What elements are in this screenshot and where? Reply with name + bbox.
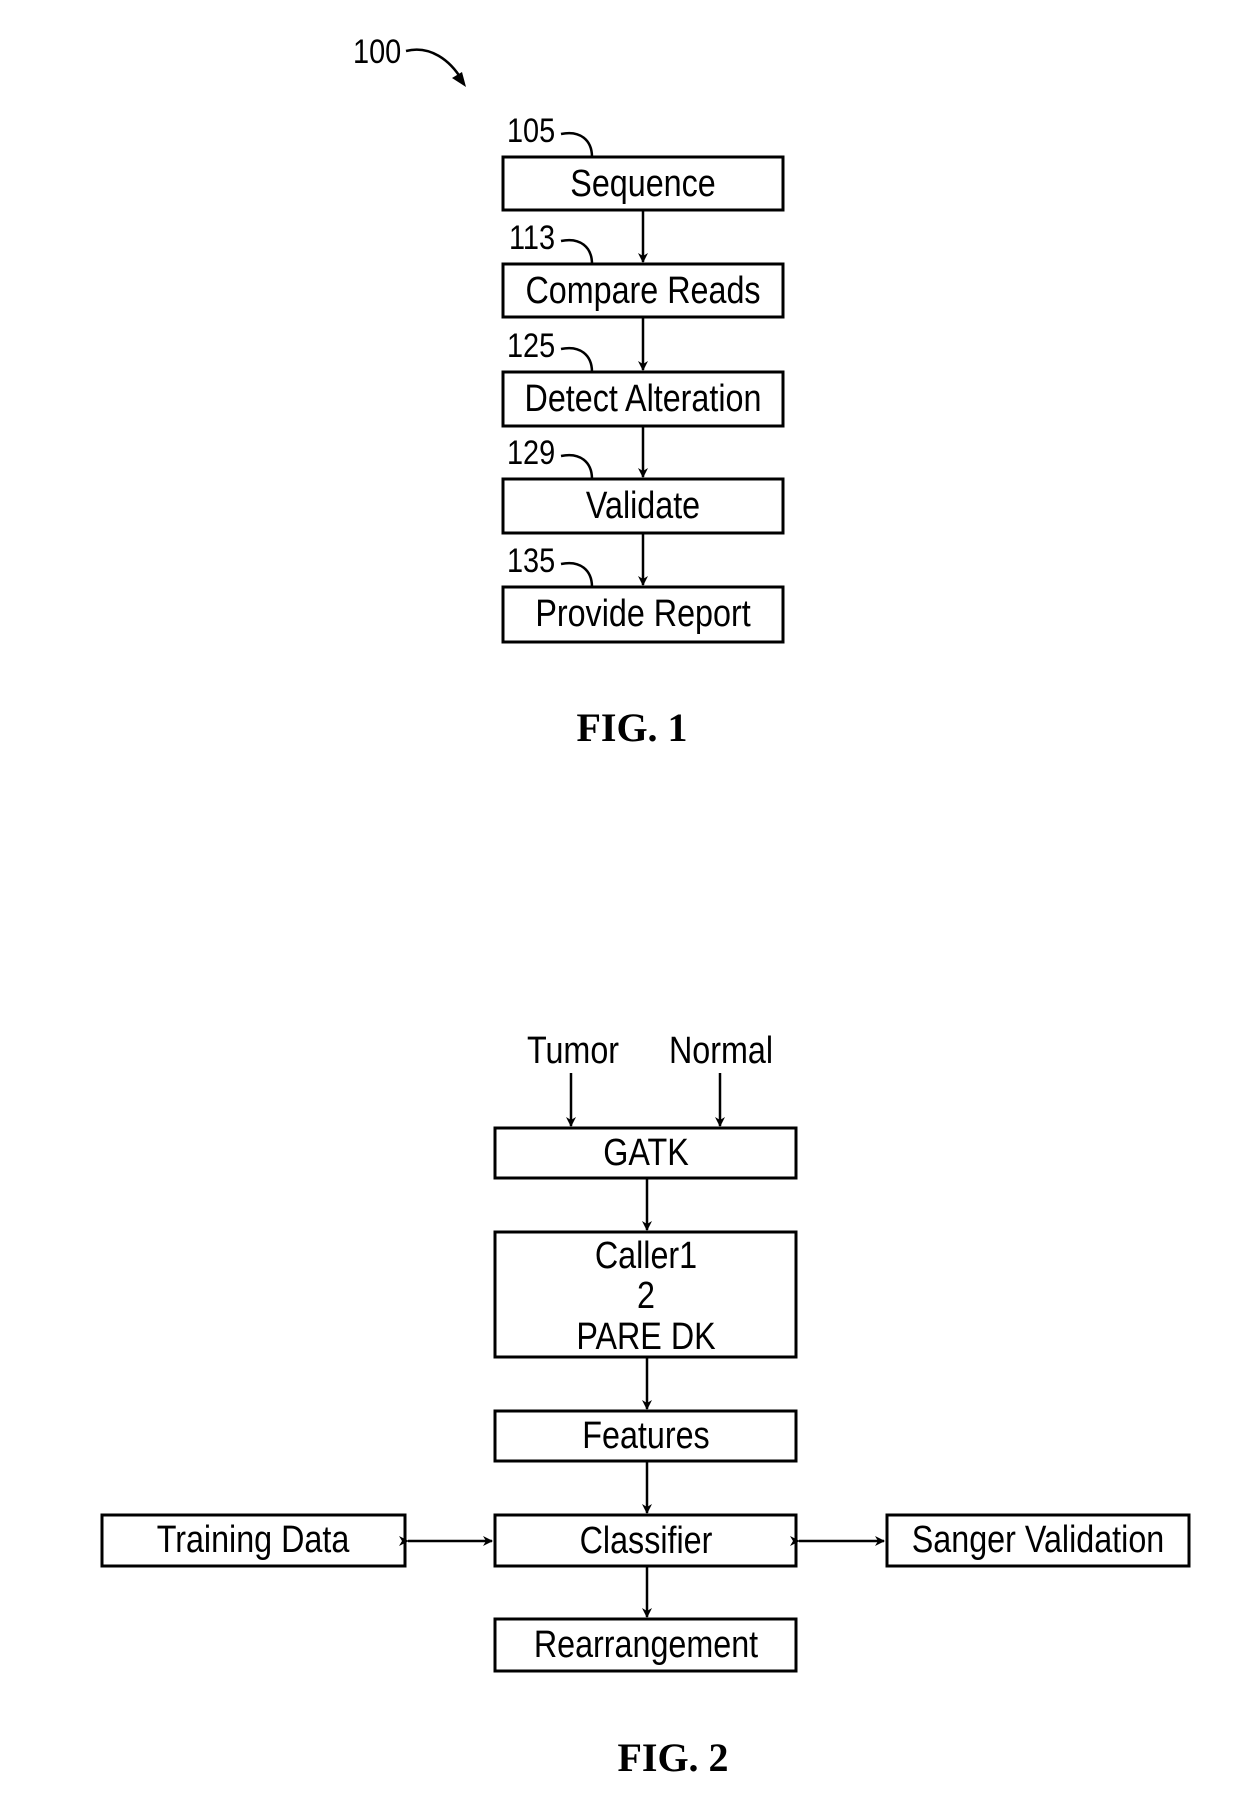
step-sequence: 105 Sequence bbox=[501, 111, 785, 212]
rearrangement-label: Rearrangement bbox=[534, 1624, 759, 1666]
step-label: Compare Reads bbox=[525, 270, 760, 312]
caller-1-label: Caller1 bbox=[595, 1235, 697, 1277]
rearrangement-node: Rearrangement bbox=[493, 1617, 798, 1673]
step-ref-label: 125 bbox=[507, 326, 555, 365]
ref-leader-line bbox=[560, 346, 594, 373]
step-ref-label: 105 bbox=[507, 111, 555, 150]
input-tumor-label: Tumor bbox=[527, 1030, 619, 1072]
patent-drawing-sheet: 100 105 Sequence 113 Compare Reads 125 D… bbox=[100, 32, 1191, 1780]
callers-node: Caller1 2 PARE DK bbox=[493, 1230, 798, 1359]
features-label: Features bbox=[582, 1415, 709, 1457]
ref-leader-line bbox=[560, 453, 594, 480]
step-label: Detect Alteration bbox=[525, 378, 762, 420]
figure-1-caption: FIG. 1 bbox=[576, 705, 687, 750]
step-label: Sequence bbox=[570, 163, 715, 205]
gatk-node: GATK bbox=[493, 1126, 798, 1180]
ref-100-arrowhead-icon bbox=[452, 72, 466, 87]
training-data-node: Training Data bbox=[100, 1513, 407, 1568]
classifier-label: Classifier bbox=[580, 1520, 713, 1562]
figure-2: Tumor Normal GATK Caller1 2 PARE DK Feat… bbox=[100, 1030, 1191, 1780]
figure-1: 100 105 Sequence 113 Compare Reads 125 D… bbox=[353, 32, 785, 750]
ref-leader-line bbox=[560, 561, 594, 588]
step-ref-label: 113 bbox=[509, 218, 555, 257]
step-ref-label: 129 bbox=[507, 433, 555, 472]
training-data-label: Training Data bbox=[157, 1519, 350, 1561]
caller-pare-dk-label: PARE DK bbox=[576, 1316, 716, 1358]
step-ref-label: 135 bbox=[507, 541, 555, 580]
input-normal-label: Normal bbox=[669, 1030, 773, 1072]
caller-2-label: 2 bbox=[637, 1275, 655, 1317]
features-node: Features bbox=[493, 1409, 798, 1463]
ref-leader-line bbox=[560, 238, 594, 265]
ref-100-arrow bbox=[405, 48, 464, 81]
ref-leader-line bbox=[560, 131, 594, 158]
gatk-label: GATK bbox=[603, 1132, 689, 1174]
sanger-validation-node: Sanger Validation bbox=[885, 1513, 1191, 1568]
sanger-validation-label: Sanger Validation bbox=[912, 1519, 1164, 1561]
classifier-node: Classifier bbox=[493, 1513, 798, 1568]
ref-number-100: 100 bbox=[353, 32, 401, 71]
step-label: Validate bbox=[586, 485, 700, 527]
step-label: Provide Report bbox=[535, 593, 751, 635]
figure-2-caption: FIG. 2 bbox=[617, 1735, 728, 1780]
